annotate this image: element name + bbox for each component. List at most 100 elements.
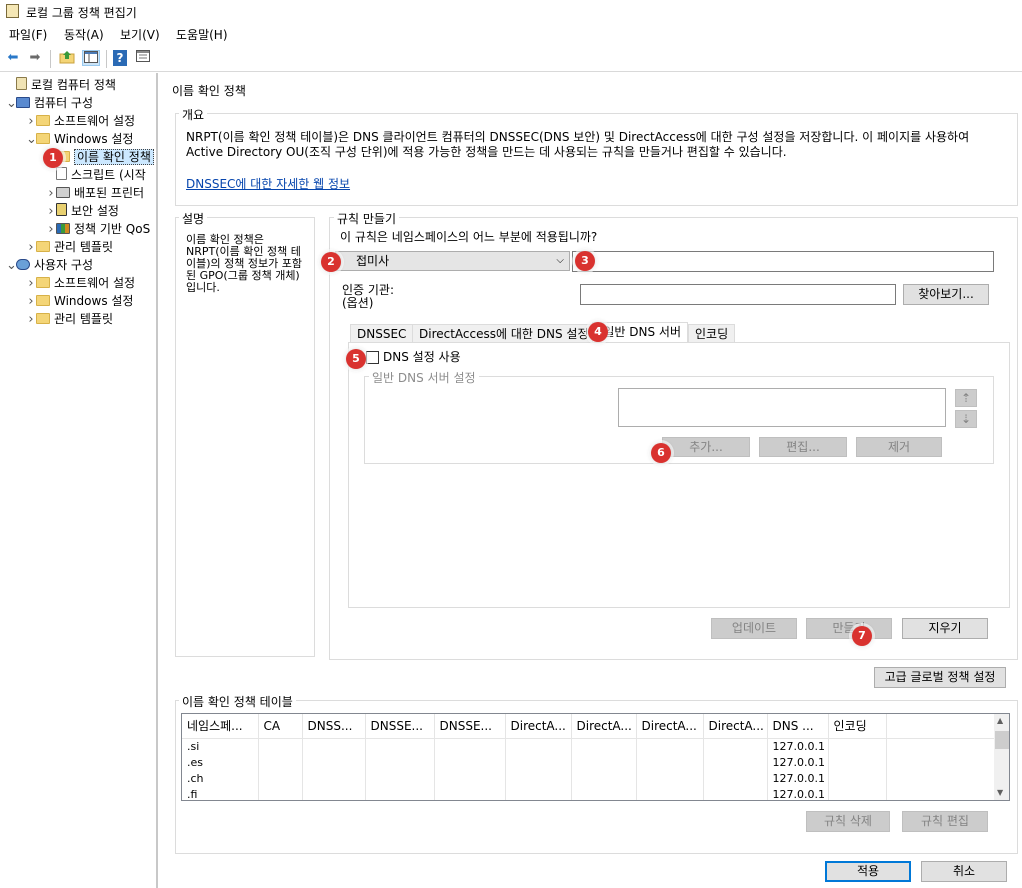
table-cell bbox=[505, 738, 572, 755]
tree-item[interactable]: ⌄ Windows 설정 bbox=[2, 130, 156, 149]
chevron-right-icon[interactable]: › bbox=[26, 311, 36, 329]
tree-item[interactable]: › Windows 설정 bbox=[2, 292, 156, 311]
annotation-badge-1: 1 bbox=[43, 148, 63, 168]
table-cell bbox=[571, 770, 637, 787]
chevron-down-icon[interactable]: ⌄ bbox=[6, 95, 17, 113]
menu-help[interactable]: 도움말(H) bbox=[176, 26, 228, 43]
chevron-down-icon: ⌵ bbox=[556, 255, 564, 266]
gpedit-app-icon bbox=[6, 4, 19, 18]
dnssec-info-link[interactable]: DNSSEC에 대한 자세한 웹 정보 bbox=[186, 177, 350, 192]
nrpt-column-header[interactable]: 네임스페... bbox=[182, 714, 259, 739]
browse-button[interactable]: 찾아보기... bbox=[903, 284, 989, 305]
tree-item[interactable]: › 관리 템플릿 bbox=[2, 310, 156, 329]
help-icon[interactable]: ? bbox=[113, 50, 127, 66]
scrollbar-thumb[interactable] bbox=[995, 731, 1009, 749]
nrpt-scrollbar[interactable]: ▲ ▼ bbox=[994, 714, 1009, 800]
folder-icon bbox=[36, 133, 50, 144]
tree-item[interactable]: › 소프트웨어 설정 bbox=[2, 112, 156, 131]
enable-dns-checkbox[interactable] bbox=[366, 351, 379, 364]
create-button[interactable]: 만들기 bbox=[806, 618, 892, 639]
content-pane: 이름 확인 정책 개요 NRPT(이름 확인 정책 테이블)은 DNS 클라이언… bbox=[160, 73, 1022, 888]
menu-file[interactable]: 파일(F) bbox=[9, 26, 47, 43]
update-button[interactable]: 업데이트 bbox=[711, 618, 797, 639]
chevron-right-icon[interactable]: › bbox=[46, 221, 56, 239]
table-row[interactable]: .fi 127.0.0.1 bbox=[182, 786, 995, 800]
chevron-down-icon[interactable]: ⌄ bbox=[6, 257, 17, 275]
nrpt-column-header[interactable]: 인코딩 bbox=[828, 714, 887, 739]
chevron-right-icon[interactable]: › bbox=[26, 275, 36, 293]
tree-item-label: 배포된 프린터 bbox=[74, 186, 145, 200]
edit-rule-button[interactable]: 규칙 편집 bbox=[902, 811, 988, 832]
table-cell: 127.0.0.1 bbox=[767, 770, 829, 787]
back-arrow-icon[interactable]: ⬅ bbox=[4, 50, 22, 66]
namespace-input[interactable] bbox=[572, 251, 994, 272]
window-title: 로컬 그룹 정책 편집기 bbox=[26, 6, 137, 20]
tree-item[interactable]: › 배포된 프린터 bbox=[2, 184, 156, 203]
tree-item[interactable]: › 보안 설정 bbox=[2, 202, 156, 221]
edit-dns-server-button[interactable]: 편집... bbox=[759, 437, 847, 457]
scroll-down-icon[interactable]: ▼ bbox=[997, 788, 1003, 797]
tree-item[interactable]: 이름 확인 정책 bbox=[2, 148, 156, 166]
tree-item[interactable]: › 관리 템플릿 bbox=[2, 238, 156, 257]
nrpt-column-header[interactable]: DNS ... bbox=[767, 714, 829, 739]
up-folder-icon[interactable] bbox=[58, 50, 76, 66]
chevron-down-icon[interactable]: ⌄ bbox=[26, 131, 37, 149]
move-up-icon[interactable]: ⇡ bbox=[955, 389, 977, 407]
tree-item[interactable]: 로컬 컴퓨터 정책 bbox=[2, 76, 156, 94]
tab-directaccess-dns[interactable]: DirectAccess에 대한 DNS 설정 bbox=[412, 324, 594, 343]
table-cell bbox=[505, 754, 572, 771]
nrpt-column-header[interactable]: DNSSE... bbox=[365, 714, 435, 739]
annotation-badge-5: 5 bbox=[346, 349, 366, 369]
nrpt-column-header[interactable]: DNSS... bbox=[302, 714, 366, 739]
toolbar: ⬅ ➡ ? bbox=[0, 44, 1022, 72]
tree-item[interactable]: ⌄ 컴퓨터 구성 bbox=[2, 94, 156, 113]
properties-icon[interactable] bbox=[134, 50, 152, 66]
show-hide-tree-icon[interactable] bbox=[82, 50, 100, 66]
tab-encoding[interactable]: 인코딩 bbox=[688, 324, 736, 343]
chevron-right-icon[interactable]: › bbox=[46, 203, 56, 221]
chevron-right-icon[interactable]: › bbox=[26, 239, 36, 257]
scroll-up-icon[interactable]: ▲ bbox=[997, 716, 1003, 725]
tab-dnssec[interactable]: DNSSEC bbox=[350, 324, 414, 343]
table-cell bbox=[434, 770, 506, 787]
chevron-right-icon[interactable]: › bbox=[46, 185, 56, 203]
tree-item[interactable]: › 정책 기반 QoS bbox=[2, 220, 156, 239]
nrpt-column-header[interactable]: DirectA... bbox=[505, 714, 572, 739]
nrpt-column-header[interactable]: DirectA... bbox=[703, 714, 768, 739]
tree-item[interactable]: ⌄ 사용자 구성 bbox=[2, 256, 156, 275]
clear-button[interactable]: 지우기 bbox=[902, 618, 988, 639]
table-cell-filler bbox=[886, 770, 995, 787]
namespace-type-value: 접미사 bbox=[356, 254, 390, 268]
table-cell: 127.0.0.1 bbox=[767, 738, 829, 755]
move-down-icon[interactable]: ⇣ bbox=[955, 410, 977, 428]
dns-server-list[interactable] bbox=[618, 388, 946, 427]
menu-action[interactable]: 동작(A) bbox=[64, 26, 104, 43]
cert-authority-input[interactable] bbox=[580, 284, 896, 305]
chevron-right-icon[interactable]: › bbox=[26, 113, 36, 131]
table-cell bbox=[828, 754, 887, 771]
nrpt-column-header[interactable]: DNSSE... bbox=[434, 714, 506, 739]
description-label: 설명 bbox=[179, 210, 208, 227]
chevron-right-icon[interactable]: › bbox=[26, 293, 36, 311]
nrpt-table[interactable]: 네임스페... CA DNSS... DNSSE... DNSSE... DirectA.… bbox=[181, 713, 1010, 801]
cancel-button[interactable]: 취소 bbox=[921, 861, 1007, 882]
nrpt-column-header[interactable]: DirectA... bbox=[636, 714, 704, 739]
menu-view[interactable]: 보기(V) bbox=[120, 26, 160, 43]
nrpt-column-filler bbox=[886, 714, 995, 739]
nrpt-column-header[interactable]: CA bbox=[258, 714, 303, 739]
tree-item[interactable]: 스크립트 (시작 bbox=[2, 166, 156, 184]
namespace-type-combo[interactable]: 접미사 ⌵ bbox=[335, 251, 570, 271]
remove-dns-server-button[interactable]: 제거 bbox=[856, 437, 942, 457]
table-row[interactable]: .si 127.0.0.1 bbox=[182, 738, 995, 755]
advanced-global-policy-button[interactable]: 고급 글로벌 정책 설정 bbox=[874, 667, 1006, 688]
table-row[interactable]: .es 127.0.0.1 bbox=[182, 754, 995, 771]
apply-button[interactable]: 적용 bbox=[825, 861, 911, 882]
tree-item[interactable]: › 소프트웨어 설정 bbox=[2, 274, 156, 293]
add-dns-server-button[interactable]: 추가... bbox=[662, 437, 750, 457]
table-row[interactable]: .ch 127.0.0.1 bbox=[182, 770, 995, 787]
table-cell bbox=[365, 770, 435, 787]
table-cell bbox=[505, 770, 572, 787]
delete-rule-button[interactable]: 규칙 삭제 bbox=[806, 811, 890, 832]
forward-arrow-icon[interactable]: ➡ bbox=[26, 50, 44, 66]
nrpt-column-header[interactable]: DirectA... bbox=[571, 714, 637, 739]
